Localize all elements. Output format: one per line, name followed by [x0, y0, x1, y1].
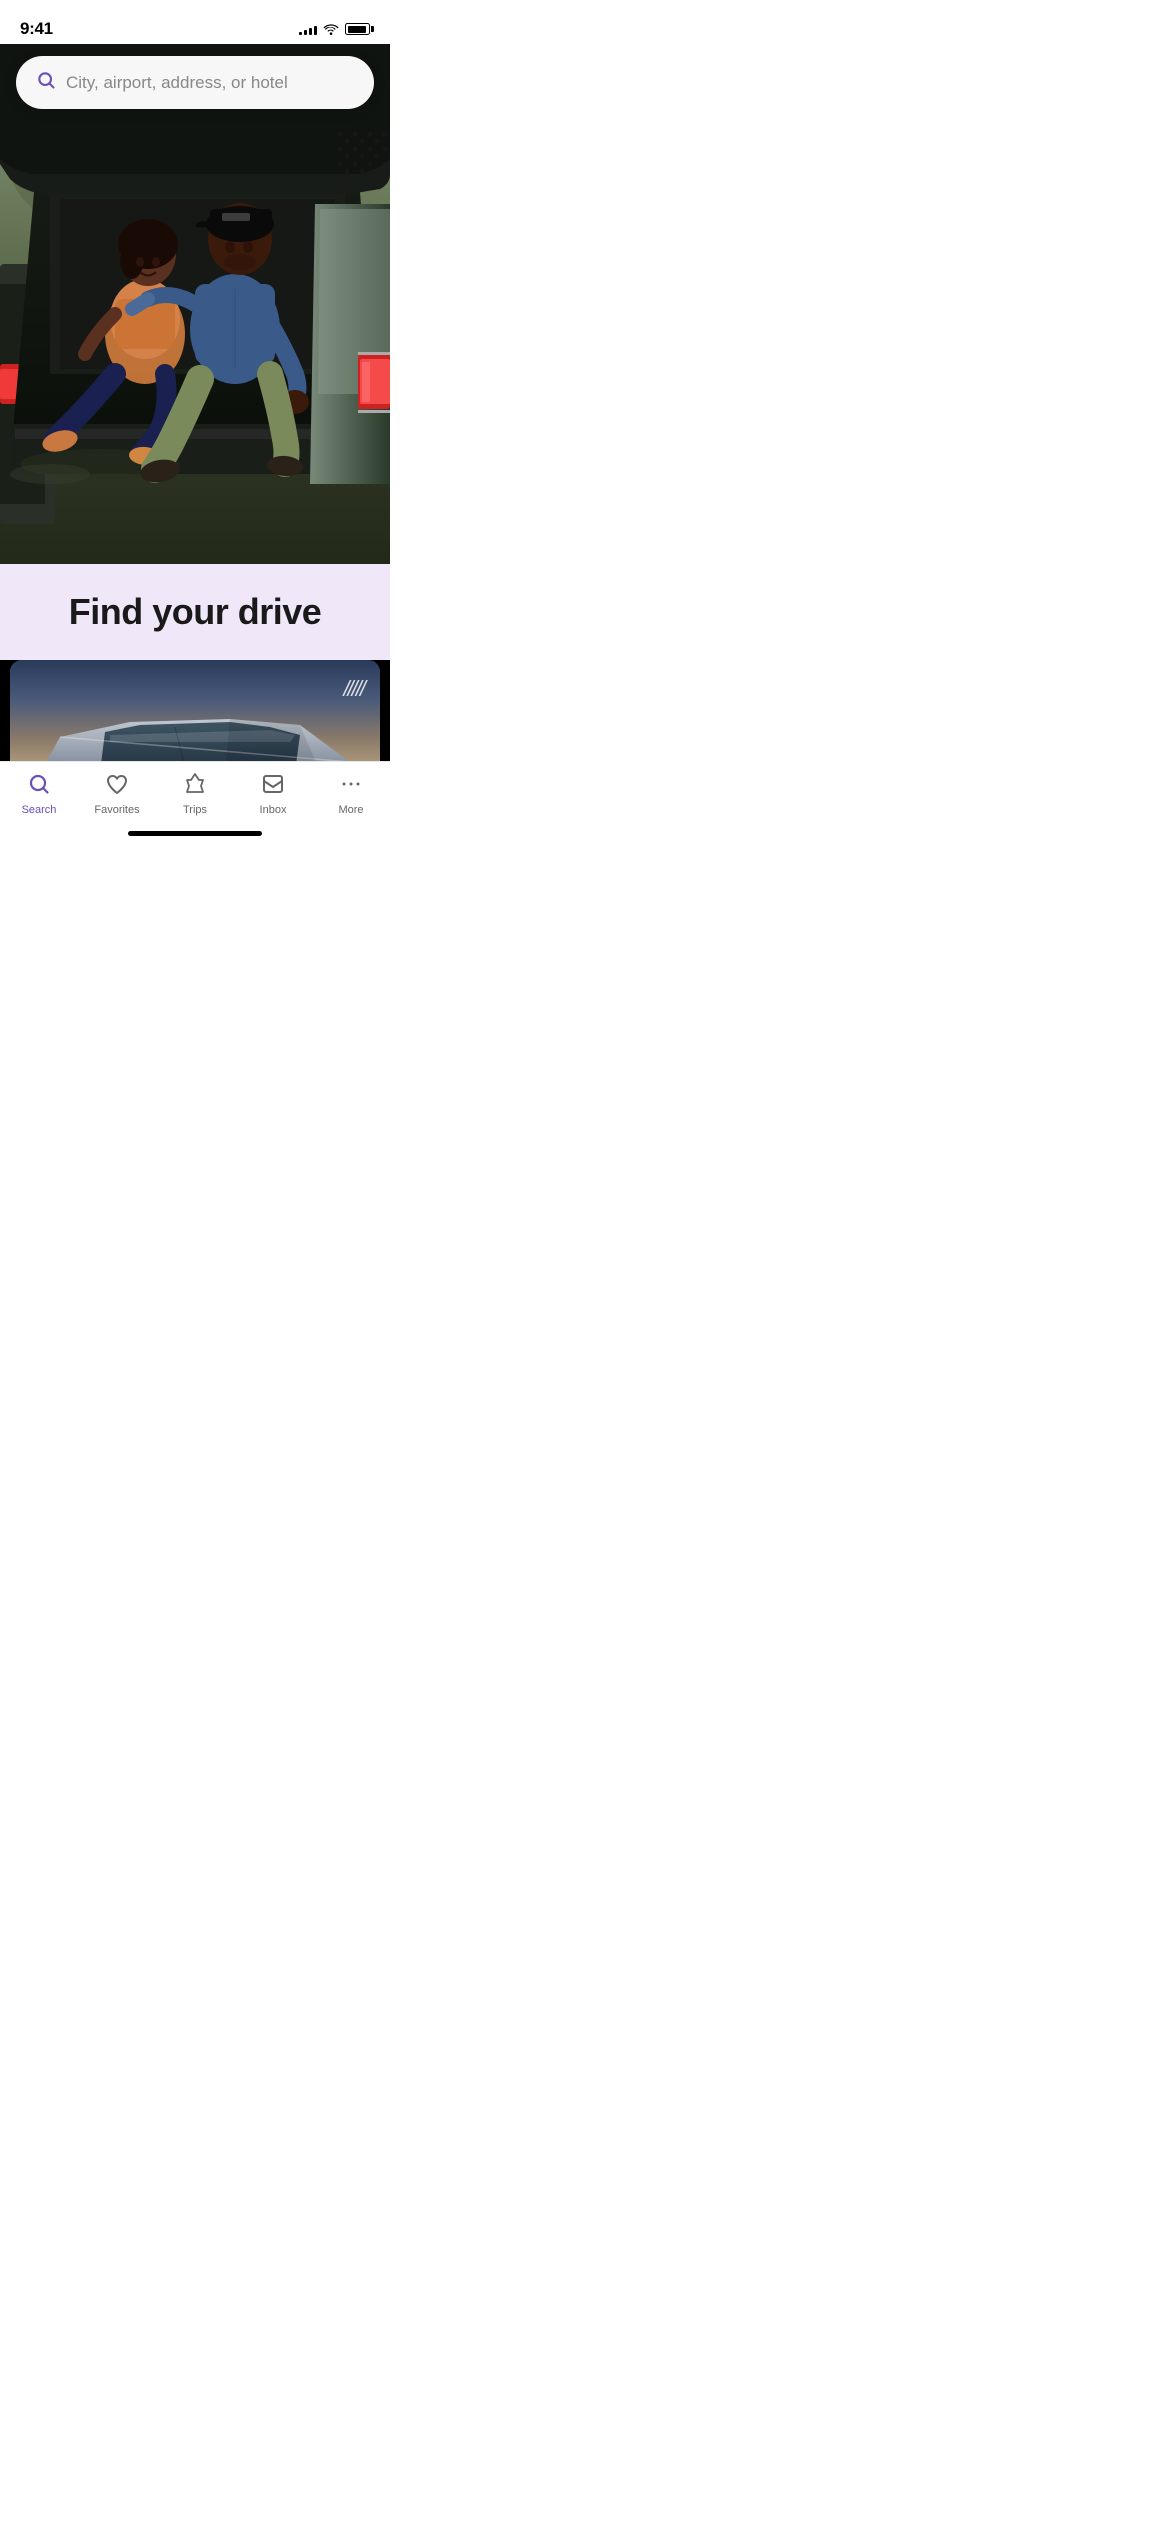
inbox-nav-label: Inbox — [260, 804, 287, 816]
wifi-icon — [323, 23, 339, 35]
find-your-drive-heading: Find your drive — [20, 592, 370, 632]
battery-icon — [345, 23, 370, 35]
cybertruck-card: ///// — [10, 660, 380, 761]
nav-item-more[interactable]: More — [312, 762, 390, 824]
search-bar[interactable]: City, airport, address, or hotel — [16, 56, 374, 109]
find-your-drive-section: Find your drive — [0, 564, 390, 660]
search-nav-label: Search — [22, 804, 57, 816]
signal-icon — [299, 23, 317, 35]
search-icon — [36, 70, 56, 95]
favorites-nav-icon — [105, 772, 129, 800]
favorites-nav-label: Favorites — [94, 804, 139, 816]
search-nav-icon — [27, 772, 51, 800]
status-time: 9:41 — [20, 19, 53, 39]
nav-item-search[interactable]: Search — [0, 762, 78, 824]
more-nav-label: More — [338, 804, 363, 816]
cybertruck-container — [10, 707, 380, 761]
more-nav-icon — [339, 772, 363, 800]
cybertruck-svg — [10, 707, 380, 761]
trips-nav-icon — [183, 772, 207, 800]
cybertruck-section: ///// — [0, 660, 390, 761]
nav-item-inbox[interactable]: Inbox — [234, 762, 312, 824]
slash-marks: ///// — [343, 676, 364, 702]
inbox-nav-icon — [261, 772, 285, 800]
hero-scene-svg — [0, 44, 390, 564]
search-bar-wrapper: City, airport, address, or hotel — [0, 44, 390, 121]
home-indicator — [128, 831, 262, 836]
search-placeholder: City, airport, address, or hotel — [66, 73, 288, 93]
cybertruck-image: ///// — [10, 660, 380, 761]
nav-item-trips[interactable]: Trips — [156, 762, 234, 824]
nav-item-favorites[interactable]: Favorites — [78, 762, 156, 824]
trips-nav-label: Trips — [183, 804, 207, 816]
hero-image — [0, 44, 390, 564]
status-icons — [299, 23, 370, 35]
status-bar: 9:41 — [0, 0, 390, 44]
